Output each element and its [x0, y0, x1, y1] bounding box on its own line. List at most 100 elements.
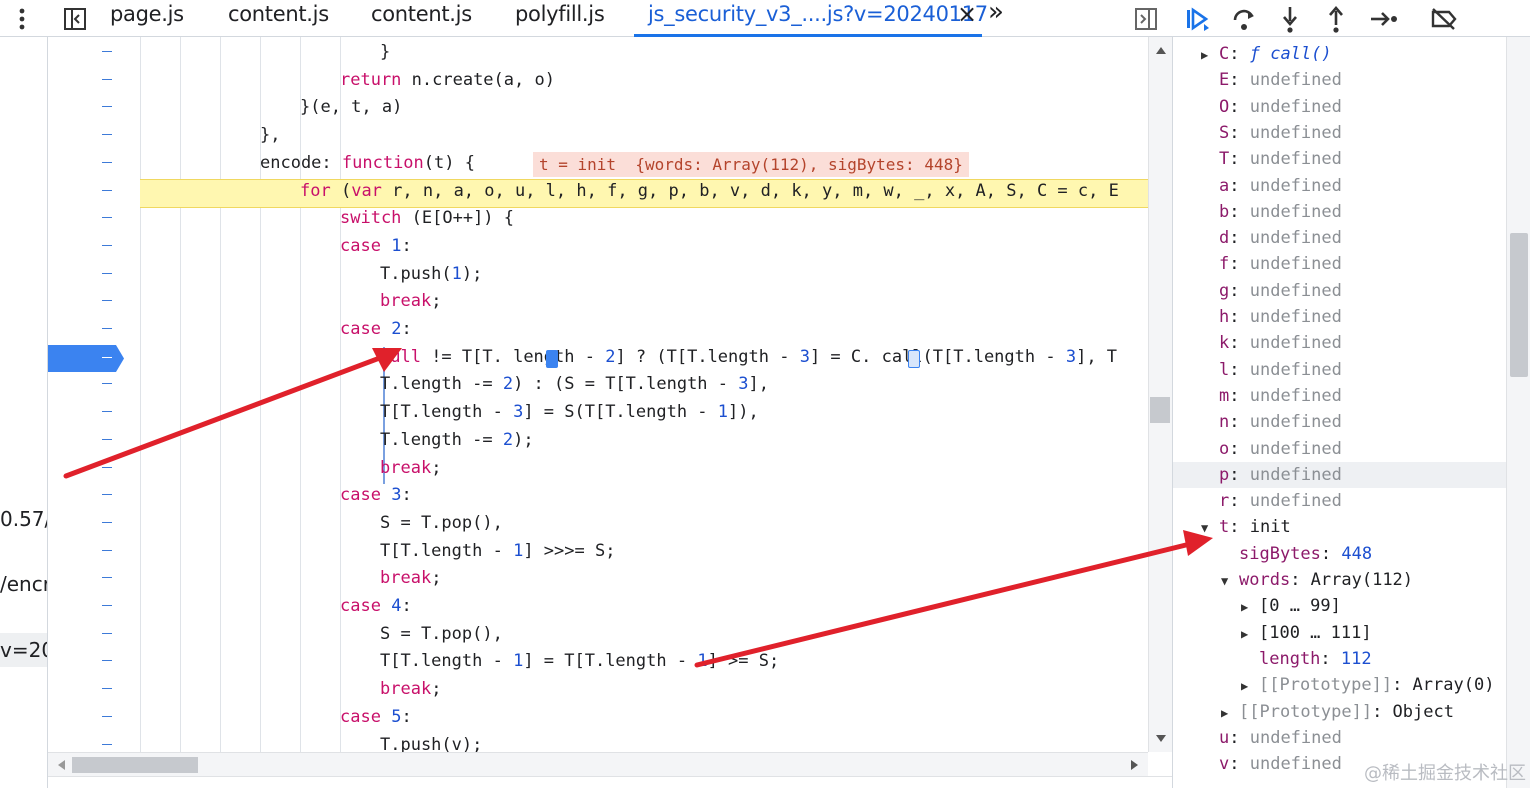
- inline-breakpoint-chip[interactable]: [908, 350, 920, 368]
- gutter-line-marker[interactable]: [102, 411, 112, 413]
- tab-content-js[interactable]: content.js: [228, 0, 329, 37]
- triangle-right-icon[interactable]: ▶: [1201, 42, 1219, 68]
- triangle-down-icon[interactable]: ▼: [1221, 568, 1239, 594]
- scope-variable-row[interactable]: k: undefined: [1173, 330, 1507, 356]
- gutter-line-marker[interactable]: [102, 134, 112, 136]
- gutter-line-marker[interactable]: [102, 688, 112, 690]
- scope-variable-row[interactable]: T: undefined: [1173, 146, 1507, 172]
- more-tabs-icon[interactable]: »: [988, 0, 1004, 37]
- code-line[interactable]: T.push(v);: [380, 732, 482, 753]
- scroll-up-icon[interactable]: [1155, 45, 1167, 55]
- code-line[interactable]: encode: function(t) {: [260, 150, 475, 177]
- code-line[interactable]: S = T.pop(),: [380, 621, 503, 648]
- scope-variable-row[interactable]: n: undefined: [1173, 409, 1507, 435]
- navigator-item-fragment[interactable]: /encr: [0, 572, 47, 596]
- scope-variable-row[interactable]: b: undefined: [1173, 199, 1507, 225]
- scope-variable-row[interactable]: E: undefined: [1173, 67, 1507, 93]
- scroll-thumb[interactable]: [1150, 397, 1170, 423]
- gutter-line-marker[interactable]: [102, 632, 112, 634]
- scope-variable-row[interactable]: o: undefined: [1173, 436, 1507, 462]
- gutter-line-marker[interactable]: [102, 161, 112, 163]
- gutter-line-marker[interactable]: [102, 78, 112, 80]
- scope-variable-row[interactable]: r: undefined: [1173, 488, 1507, 514]
- scroll-thumb[interactable]: [72, 757, 198, 773]
- scope-variable-row[interactable]: ▼ t: init: [1173, 514, 1507, 540]
- gutter-line-marker[interactable]: [102, 217, 112, 219]
- scope-variable-row[interactable]: d: undefined: [1173, 225, 1507, 251]
- scope-variable-row[interactable]: ▶ C: ƒ call(): [1173, 41, 1507, 67]
- gutter-line-marker[interactable]: [102, 383, 112, 385]
- scope-variable-row[interactable]: u: undefined: [1173, 725, 1507, 751]
- code-line[interactable]: break;: [380, 455, 441, 482]
- navigator-item-fragment[interactable]: v=202: [0, 633, 47, 667]
- code-line[interactable]: break;: [380, 288, 441, 315]
- gutter-line-marker[interactable]: [102, 106, 112, 108]
- code-line[interactable]: }: [380, 39, 390, 66]
- scope-variable-row[interactable]: ▶ [[Prototype]]: Object: [1173, 699, 1507, 725]
- step-out-icon[interactable]: [1316, 0, 1356, 37]
- code-line[interactable]: case 2:: [340, 316, 412, 343]
- inline-breakpoint-chip[interactable]: [546, 350, 558, 368]
- step-over-icon[interactable]: [1224, 0, 1264, 37]
- tab-polyfill-js[interactable]: polyfill.js: [515, 0, 605, 37]
- gutter-line-marker[interactable]: [102, 549, 112, 551]
- scope-variable-row[interactable]: l: undefined: [1173, 357, 1507, 383]
- code-line[interactable]: T[T.length - 3] = S(T[T.length - 1]),: [380, 399, 759, 426]
- code-line[interactable]: },: [260, 122, 280, 149]
- triangle-down-icon[interactable]: ▼: [1201, 515, 1219, 541]
- scope-variable-row[interactable]: g: undefined: [1173, 278, 1507, 304]
- tab-content-js-2[interactable]: content.js: [371, 0, 472, 37]
- code-line[interactable]: for (var r, n, a, o, u, l, h, f, g, p, b…: [300, 178, 1119, 205]
- scope-variable-row[interactable]: a: undefined: [1173, 173, 1507, 199]
- gutter-line-marker[interactable]: [102, 715, 112, 717]
- gutter-line-marker[interactable]: [102, 244, 112, 246]
- gutter-line-marker[interactable]: [102, 300, 112, 302]
- scope-variable-row[interactable]: m: undefined: [1173, 383, 1507, 409]
- gutter-line-marker[interactable]: [102, 577, 112, 579]
- scope-variable-row[interactable]: p: undefined: [1173, 461, 1507, 488]
- scope-variable-row[interactable]: ▶ [[Prototype]]: Array(0): [1173, 672, 1507, 698]
- gutter-line-marker[interactable]: [102, 494, 112, 496]
- gutter-line-marker[interactable]: [102, 328, 112, 329]
- gutter-line-marker[interactable]: [102, 189, 112, 191]
- code-line[interactable]: switch (E[O++]) {: [340, 205, 514, 232]
- code-line[interactable]: T[T.length - 1] = T[T.length - 1] >= S;: [380, 648, 779, 675]
- gutter-line-marker[interactable]: [102, 438, 112, 440]
- scope-variable-row[interactable]: S: undefined: [1173, 120, 1507, 146]
- code-line[interactable]: case 5:: [340, 704, 412, 731]
- more-vertical-icon[interactable]: [8, 0, 36, 37]
- gutter-line-marker[interactable]: [102, 521, 112, 523]
- triangle-right-icon[interactable]: ▶: [1241, 673, 1259, 699]
- code-line[interactable]: case 1:: [340, 233, 412, 260]
- scope-scrollbar[interactable]: [1506, 37, 1530, 788]
- scope-variable-row[interactable]: sigBytes: 448: [1173, 541, 1507, 567]
- resume-icon[interactable]: [1178, 0, 1218, 37]
- triangle-right-icon[interactable]: ▶: [1241, 594, 1259, 620]
- code-line[interactable]: break;: [380, 676, 441, 703]
- scope-variable-row[interactable]: ▶ [100 … 111]: [1173, 620, 1507, 646]
- gutter-line-marker[interactable]: [102, 51, 112, 52]
- gutter-line-marker[interactable]: [102, 660, 112, 662]
- scroll-left-icon[interactable]: [56, 759, 66, 771]
- code-line[interactable]: T.push(1);: [380, 261, 482, 288]
- code-line[interactable]: break;: [380, 565, 441, 592]
- gutter-line-marker[interactable]: [102, 466, 112, 468]
- code-line[interactable]: case 3:: [340, 482, 412, 509]
- scroll-thumb[interactable]: [1510, 233, 1528, 377]
- triangle-right-icon[interactable]: ▶: [1221, 700, 1239, 726]
- scroll-down-icon[interactable]: [1155, 734, 1167, 744]
- gutter-line-marker[interactable]: [102, 605, 112, 606]
- scope-variable-row[interactable]: O: undefined: [1173, 94, 1507, 120]
- code-line[interactable]: T.length -= 2);: [380, 427, 534, 454]
- code-line[interactable]: null != T[T. length - 2] ? (T[T.length -…: [380, 344, 1117, 371]
- navigator-item-fragment[interactable]: 0.57/: [0, 507, 47, 531]
- scroll-right-icon[interactable]: [1130, 759, 1140, 771]
- deactivate-breakpoints-icon[interactable]: [1424, 0, 1464, 37]
- breakpoint-marker[interactable]: [48, 345, 124, 372]
- toggle-debugger-icon[interactable]: [1132, 0, 1160, 37]
- close-tab-icon[interactable]: ×: [957, 0, 977, 37]
- scope-variable-row[interactable]: length: 112: [1173, 646, 1507, 672]
- triangle-right-icon[interactable]: ▶: [1241, 621, 1259, 647]
- toggle-navigator-icon[interactable]: [60, 0, 90, 37]
- code-horizontal-scrollbar[interactable]: [48, 752, 1148, 776]
